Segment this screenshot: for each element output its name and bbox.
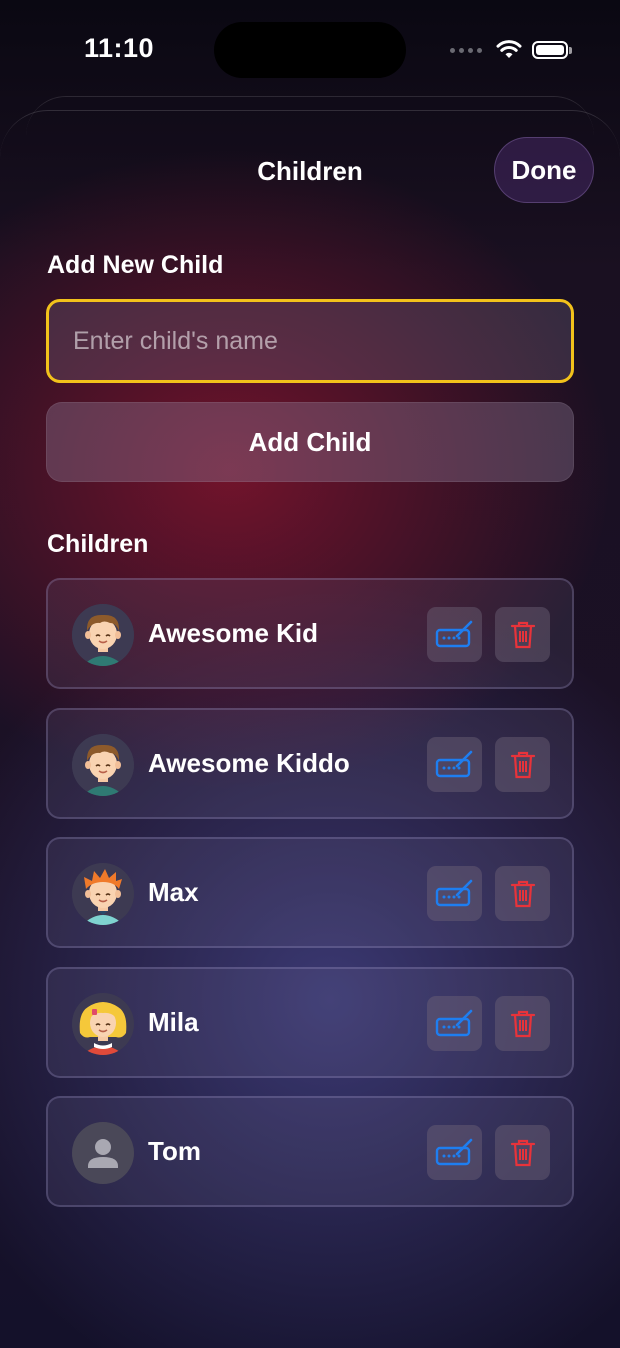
status-icons xyxy=(450,36,572,64)
done-button[interactable]: Done xyxy=(494,137,594,203)
edit-child-button[interactable] xyxy=(427,996,482,1051)
delete-child-button[interactable] xyxy=(495,737,550,792)
keyboard-pencil-icon xyxy=(435,879,472,906)
default-person-icon xyxy=(72,1122,134,1184)
child-row[interactable]: Tom xyxy=(46,1096,574,1207)
boy-brown-hair-avatar xyxy=(72,604,134,666)
child-name: Mila xyxy=(148,1007,199,1037)
keyboard-pencil-icon xyxy=(435,1009,472,1036)
edit-child-button[interactable] xyxy=(427,737,482,792)
delete-child-button[interactable] xyxy=(495,607,550,662)
keyboard-pencil-icon xyxy=(435,620,472,647)
child-name: Max xyxy=(148,877,199,907)
edit-child-button[interactable] xyxy=(427,866,482,921)
trash-icon xyxy=(510,621,535,648)
delete-child-button[interactable] xyxy=(495,1125,550,1180)
child-name-input[interactable]: Enter child's name xyxy=(46,299,574,383)
boy-brown-hair-avatar xyxy=(72,734,134,796)
trash-icon xyxy=(510,1139,535,1166)
child-name: Awesome Kiddo xyxy=(148,748,350,778)
boy-orange-hair-avatar xyxy=(72,863,134,925)
dynamic-island xyxy=(214,22,406,78)
keyboard-pencil-icon xyxy=(435,750,472,777)
status-time: 11:10 xyxy=(84,33,155,63)
child-row[interactable]: Mila xyxy=(46,967,574,1078)
child-name: Awesome Kid xyxy=(148,618,319,648)
trash-icon xyxy=(510,751,535,778)
child-row[interactable]: Max xyxy=(46,837,574,948)
child-row[interactable]: Awesome Kid xyxy=(46,578,574,689)
delete-child-button[interactable] xyxy=(495,996,550,1051)
edit-child-button[interactable] xyxy=(427,1125,482,1180)
girl-blonde-hair-avatar xyxy=(72,993,134,1055)
edit-child-button[interactable] xyxy=(427,607,482,662)
battery-icon xyxy=(532,41,572,59)
trash-icon xyxy=(510,1010,535,1037)
child-name: Tom xyxy=(148,1136,201,1166)
wifi-icon xyxy=(496,40,522,58)
cellular-signal-icon xyxy=(450,47,482,53)
child-row[interactable]: Awesome Kiddo xyxy=(46,708,574,819)
add-child-button[interactable]: Add Child xyxy=(46,402,574,482)
delete-child-button[interactable] xyxy=(495,866,550,921)
keyboard-pencil-icon xyxy=(435,1138,472,1165)
add-new-child-label: Add New Child xyxy=(47,251,224,279)
app-screen: 11:10 Children Done Add New Child Enter … xyxy=(0,0,620,1348)
children-list-label: Children xyxy=(47,530,149,558)
trash-icon xyxy=(510,880,535,907)
status-bar: 11:10 xyxy=(0,0,620,96)
